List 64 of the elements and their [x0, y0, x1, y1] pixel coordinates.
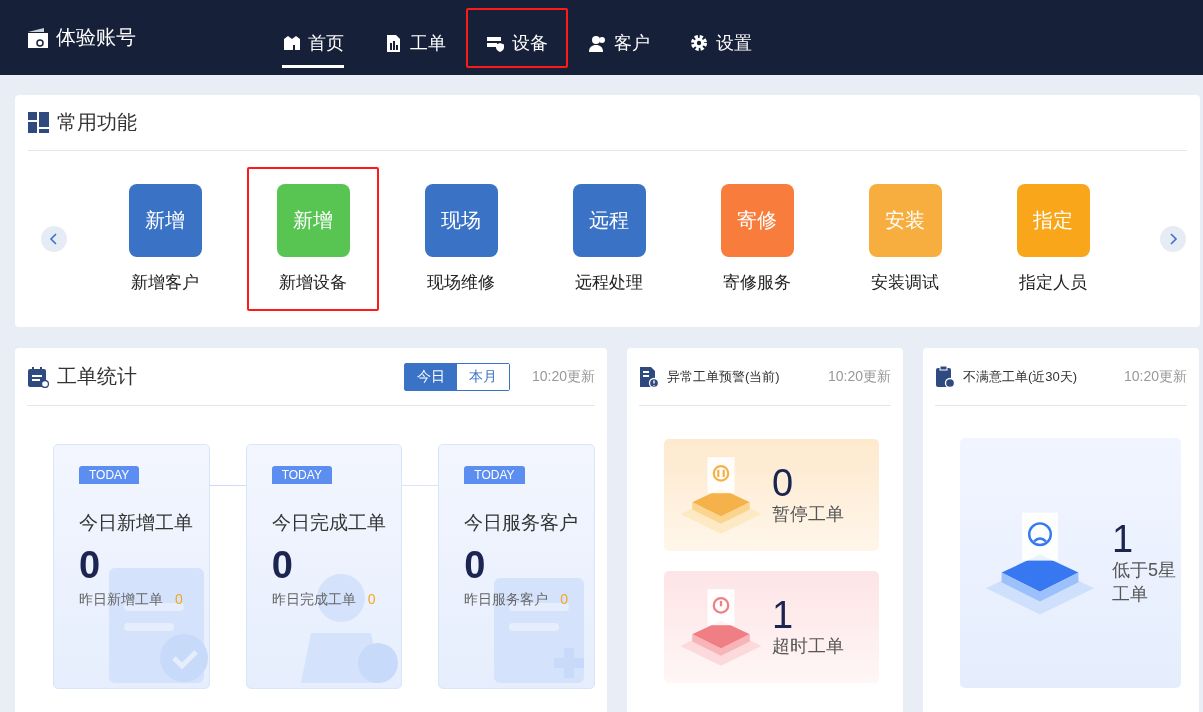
function-shortcut[interactable]: 新增 新增客户 — [91, 167, 239, 311]
previous-button[interactable] — [41, 226, 67, 252]
today-badge: TODAY — [464, 466, 525, 484]
account-name: 体验账号 — [56, 25, 136, 50]
wallet-logo-icon — [26, 25, 50, 50]
card-title: 不满意工单(近30天) — [963, 367, 1079, 386]
function-tile: 远程 — [572, 184, 646, 257]
period-tab[interactable]: 今日 — [404, 363, 457, 390]
chevron-left-icon — [49, 233, 59, 245]
function-tile: 指定 — [1016, 184, 1090, 257]
alert-count: 0 — [772, 464, 795, 502]
function-tile: 新增 — [276, 184, 350, 257]
document-alert-icon — [639, 365, 659, 388]
nav-tab[interactable]: 设备 — [466, 7, 568, 68]
function-tile: 安装 — [868, 184, 942, 257]
building-icon — [282, 34, 300, 52]
function-shortcut[interactable]: 寄修 寄修服务 — [683, 167, 831, 311]
function-tile: 新增 — [128, 184, 202, 257]
next-button[interactable] — [1160, 226, 1186, 252]
dashboard-icon — [28, 112, 49, 133]
unsatisfied-label: 工单 — [1112, 583, 1149, 606]
panel-title: 常用功能 — [57, 110, 137, 135]
stat-title: 今日服务客户 — [464, 511, 580, 535]
nav-tab[interactable]: 工单 — [364, 7, 466, 68]
settings-icon — [690, 34, 708, 52]
unsatisfied-label: 低于5星 — [1112, 559, 1176, 582]
people-icon — [588, 34, 606, 52]
yesterday-value: 0 — [175, 591, 183, 609]
bar-chart-icon — [384, 34, 402, 52]
nav-tab[interactable]: 客户 — [568, 7, 670, 68]
today-badge: TODAY — [271, 466, 332, 484]
update-time: 10:20更新 — [1123, 367, 1187, 386]
card-title: 工单统计 — [57, 364, 138, 389]
function-tile: 寄修 — [720, 184, 794, 257]
function-shortcut[interactable]: 现场 现场维修 — [387, 167, 535, 311]
card-title: 异常工单预警(当前) — [667, 367, 781, 386]
nav-tab[interactable]: 首页 — [262, 7, 364, 68]
stat-title: 今日新增工单 — [79, 511, 194, 535]
calendar-icon — [27, 365, 49, 388]
alert-label: 超时工单 — [772, 635, 844, 658]
function-shortcut[interactable]: 指定 指定人员 — [979, 167, 1127, 311]
function-tile: 现场 — [424, 184, 498, 257]
chevron-right-icon — [1168, 233, 1178, 245]
alert-label: 暂停工单 — [772, 503, 844, 526]
unsatisfied-count: 1 — [1112, 520, 1135, 558]
yesterday-value: 0 — [560, 591, 569, 609]
function-shortcut[interactable]: 新增 新增设备 — [247, 167, 379, 311]
function-shortcut[interactable]: 远程 远程处理 — [535, 167, 683, 311]
yesterday-value: 0 — [367, 591, 376, 609]
today-badge: TODAY — [79, 466, 140, 484]
alert-count: 1 — [772, 596, 795, 634]
stat-title: 今日完成工单 — [271, 511, 387, 535]
nav-tab[interactable]: 设置 — [670, 7, 772, 68]
stat-value: 0 — [464, 544, 487, 587]
stat-value: 0 — [271, 544, 294, 587]
server-shield-icon — [486, 34, 504, 52]
clipboard-sad-icon — [935, 365, 955, 388]
function-shortcut[interactable]: 安装 安装调试 — [831, 167, 979, 311]
yesterday-label: 昨日完成工单 — [271, 591, 356, 609]
yesterday-label: 昨日新增工单 — [79, 591, 163, 609]
yesterday-label: 昨日服务客户 — [464, 591, 549, 609]
stat-value: 0 — [79, 544, 102, 587]
update-time: 10:20更新 — [827, 367, 891, 386]
update-time: 10:20更新 — [531, 367, 595, 386]
